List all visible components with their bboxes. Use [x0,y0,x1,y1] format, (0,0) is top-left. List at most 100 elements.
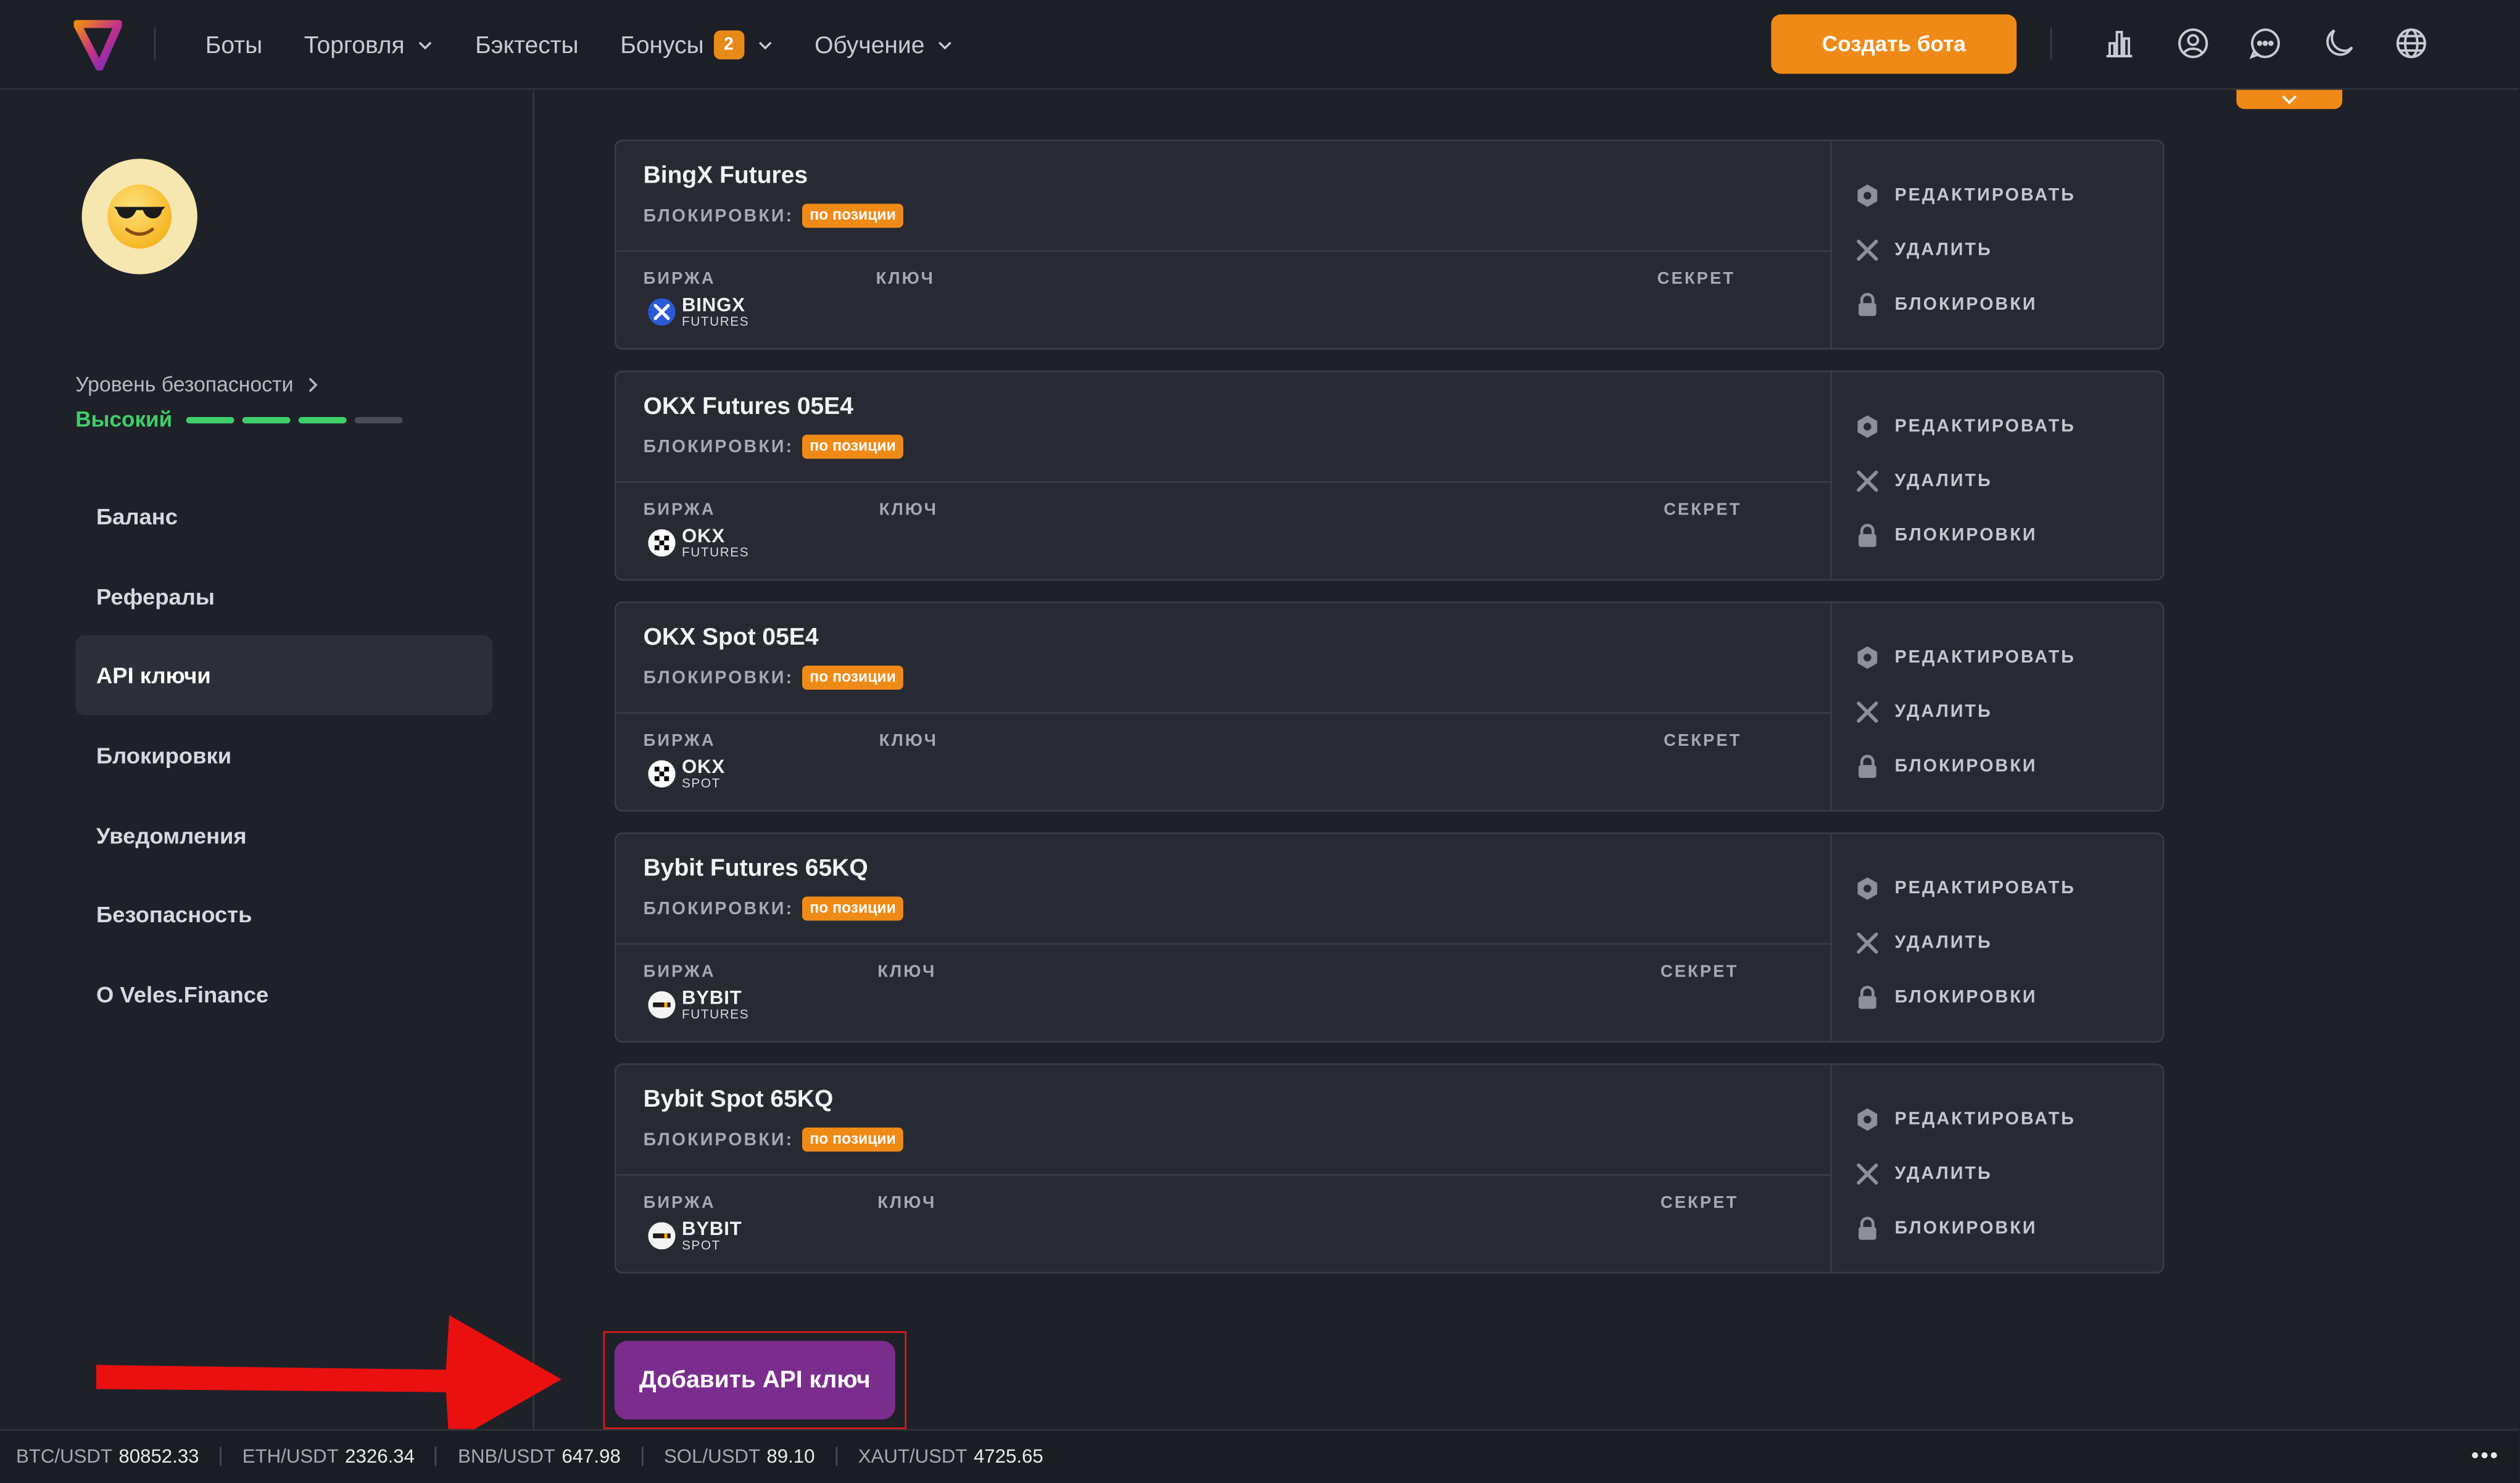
add-api-key-button[interactable]: Добавить API ключ [614,1340,895,1419]
api-key-card-main: Bybit Futures 65KQ БЛОКИРОВКИ: по позиции Б… [616,834,1833,1041]
delete-button[interactable]: УДАЛИТЬ [1855,454,2076,508]
chart-icon[interactable] [2103,27,2136,59]
exchange-header: БИРЖА [643,269,716,289]
locks-button[interactable]: БЛОКИРОВКИ [1855,508,2076,563]
edit-label: РЕДАКТИРОВАТЬ [1894,186,2076,205]
exchange-name: BYBIT [682,986,742,1009]
edit-button[interactable]: РЕДАКТИРОВАТЬ [1855,168,2076,223]
user-icon[interactable] [2177,27,2209,59]
locks-button[interactable]: БЛОКИРОВКИ [1855,740,2076,794]
ticker-separator [435,1447,437,1466]
security-level-value: Высокий [75,407,173,432]
globe-icon[interactable] [2395,27,2427,59]
sidebar-item[interactable]: Безопасность [75,875,492,954]
sidebar-item[interactable]: Баланс [75,476,492,556]
ticker-item[interactable]: SOL/USDT 89.10 [664,1445,815,1468]
lock-type-tag: по позиции [802,434,904,459]
edit-button[interactable]: РЕДАКТИРОВАТЬ [1855,861,2076,915]
locks-button[interactable]: БЛОКИРОВКИ [1855,278,2076,332]
delete-label: УДАЛИТЬ [1894,471,1992,491]
moon-icon[interactable] [2323,27,2355,59]
ticker-pair: BNB/USDT [458,1445,555,1468]
ticker-separator [220,1447,222,1466]
close-icon [1857,932,1878,954]
secret-header: СЕКРЕТ [1657,269,1736,289]
edit-button[interactable]: РЕДАКТИРОВАТЬ [1855,399,2076,453]
nav-item[interactable]: Бэктесты [475,31,579,59]
delete-button[interactable]: УДАЛИТЬ [1855,685,2076,739]
nav-item[interactable]: Бонусы 2 [620,30,773,60]
nav-item-label: Торговля [304,31,405,59]
close-icon [1857,470,1878,492]
ticker-item[interactable]: ETH/USDT 2326.34 [242,1445,415,1468]
edit-icon [1857,415,1878,438]
key-header: КЛЮЧ [876,269,935,289]
exchange-header: БИРЖА [643,731,716,751]
sidebar-item[interactable]: Рефералы [75,556,492,635]
collapse-tab[interactable] [2236,89,2342,109]
nav-item-label: Обучение [814,31,925,59]
api-key-title: Bybit Spot 65KQ [643,1086,834,1113]
lock-icon [1859,754,1876,778]
edit-icon [1857,184,1878,207]
edit-button[interactable]: РЕДАКТИРОВАТЬ [1855,630,2076,685]
api-key-actions: РЕДАКТИРОВАТЬ УДАЛИТЬ БЛОКИРОВКИ [1855,1093,2076,1256]
ticker-item[interactable]: BTC/USDT 80852.33 [16,1445,199,1468]
delete-label: УДАЛИТЬ [1894,1164,1992,1184]
ticker-item[interactable]: XAUT/USDT 4725.65 [858,1445,1043,1468]
api-key-title: OKX Spot 05E4 [643,624,819,651]
delete-button[interactable]: УДАЛИТЬ [1855,916,2076,970]
api-key-card: BingX Futures БЛОКИРОВКИ: по позиции БИРЖА К… [614,139,2165,350]
ticker-item[interactable]: BNB/USDT 647.98 [458,1445,621,1468]
close-icon [1857,701,1878,723]
close-icon [1857,239,1878,261]
chevron-right-icon [309,377,318,392]
security-bar [186,417,234,424]
sidebar-item[interactable]: Блокировки [75,716,492,795]
exchange-type: FUTURES [682,314,750,329]
sidebar-item[interactable]: О Veles.Finance [75,954,492,1034]
security-level-link[interactable]: Уровень безопасности [75,372,322,396]
okx-icon [648,529,676,557]
edit-button[interactable]: РЕДАКТИРОВАТЬ [1855,1093,2076,1147]
lock-type-tag: по позиции [802,204,904,228]
delete-button[interactable]: УДАЛИТЬ [1855,1147,2076,1201]
exchange-type: SPOT [682,776,721,791]
nav-item[interactable]: Боты [205,31,262,59]
exchange-logo: OKX FUTURES [648,526,749,560]
edit-label: РЕДАКТИРОВАТЬ [1894,1110,2076,1130]
api-key-card: Bybit Futures 65KQ БЛОКИРОВКИ: по позиции Б… [614,832,2165,1043]
exchange-name: OKX [682,524,725,547]
exchange-type: FUTURES [682,545,750,560]
edit-icon [1857,877,1878,900]
edit-label: РЕДАКТИРОВАТЬ [1894,417,2076,437]
close-icon [1857,1163,1878,1185]
nav-item-label: Бэктесты [475,31,579,59]
veles-logo-icon[interactable] [73,19,122,71]
lock-type-tag: по позиции [802,666,904,690]
secret-header: СЕКРЕТ [1660,1193,1739,1213]
delete-button[interactable]: УДАЛИТЬ [1855,223,2076,277]
card-divider [616,481,1833,483]
sidebar-menu: Баланс Рефералы API ключи Блокировки Уведомл… [75,476,493,1034]
chevron-down-icon [419,41,432,50]
ticker-price: 4725.65 [973,1445,1043,1468]
locks-button[interactable]: БЛОКИРОВКИ [1855,1201,2076,1255]
nav-item[interactable]: Торговля [304,31,434,59]
chat-icon[interactable] [2249,27,2281,59]
red-arrow-annotation [96,1315,562,1444]
nav-item[interactable]: Обучение [814,31,953,59]
avatar[interactable] [81,159,197,275]
nav-item-label: Боты [205,31,263,59]
exchange-type: SPOT [682,1238,721,1253]
api-key-actions: РЕДАКТИРОВАТЬ УДАЛИТЬ БЛОКИРОВКИ [1855,399,2076,563]
locks-action-label: БЛОКИРОВКИ [1894,1218,2037,1239]
sidebar-item[interactable]: Уведомления [75,795,492,875]
create-bot-button[interactable]: Создать бота [1771,14,2017,74]
locks-action-label: БЛОКИРОВКИ [1894,757,2037,777]
ticker-more-icon[interactable]: ••• [2471,1442,2500,1468]
locks-button[interactable]: БЛОКИРОВКИ [1855,970,2076,1025]
sidebar-item[interactable]: API ключи [75,635,493,716]
ticker-pair: SOL/USDT [663,1445,761,1468]
header-divider [2050,27,2052,60]
